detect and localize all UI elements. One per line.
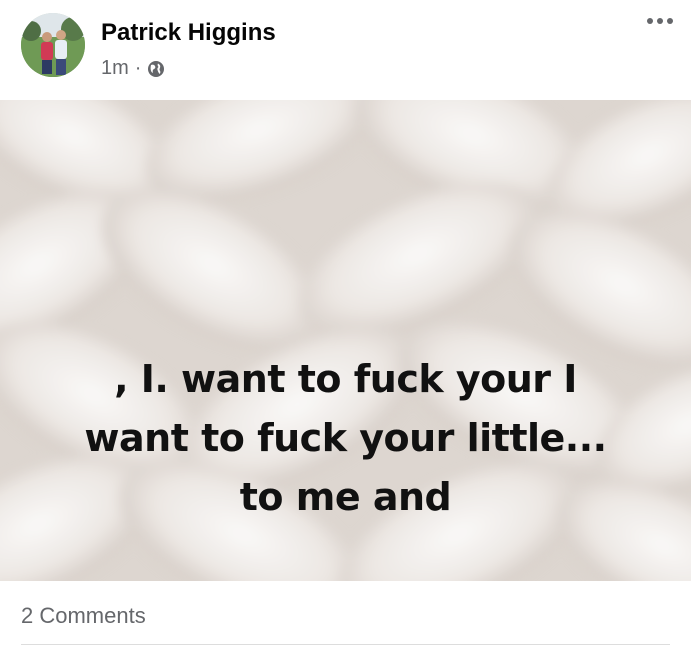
more-options-icon[interactable] (647, 18, 673, 24)
avatar[interactable] (21, 13, 85, 77)
footer-divider (21, 644, 670, 645)
post-meta: 1m · (101, 57, 165, 80)
post-time[interactable]: 1m (101, 57, 129, 80)
post-text: , I. want to fuck your I want to fuck yo… (0, 350, 691, 527)
post-image[interactable]: , I. want to fuck your I want to fuck yo… (0, 100, 691, 581)
author-name[interactable]: Patrick Higgins (101, 19, 276, 47)
post-footer: 2 Comments (0, 581, 691, 650)
post-text-line: to me and (239, 475, 452, 519)
meta-separator: · (134, 57, 142, 79)
post-header: Patrick Higgins 1m · (0, 0, 691, 100)
avatar-photo (21, 13, 85, 77)
post-text-line: want to fuck your little... (84, 416, 607, 460)
comments-count-link[interactable]: 2 Comments (21, 603, 146, 629)
globe-icon (148, 60, 165, 77)
post-text-line: , I. want to fuck your I (114, 357, 577, 401)
